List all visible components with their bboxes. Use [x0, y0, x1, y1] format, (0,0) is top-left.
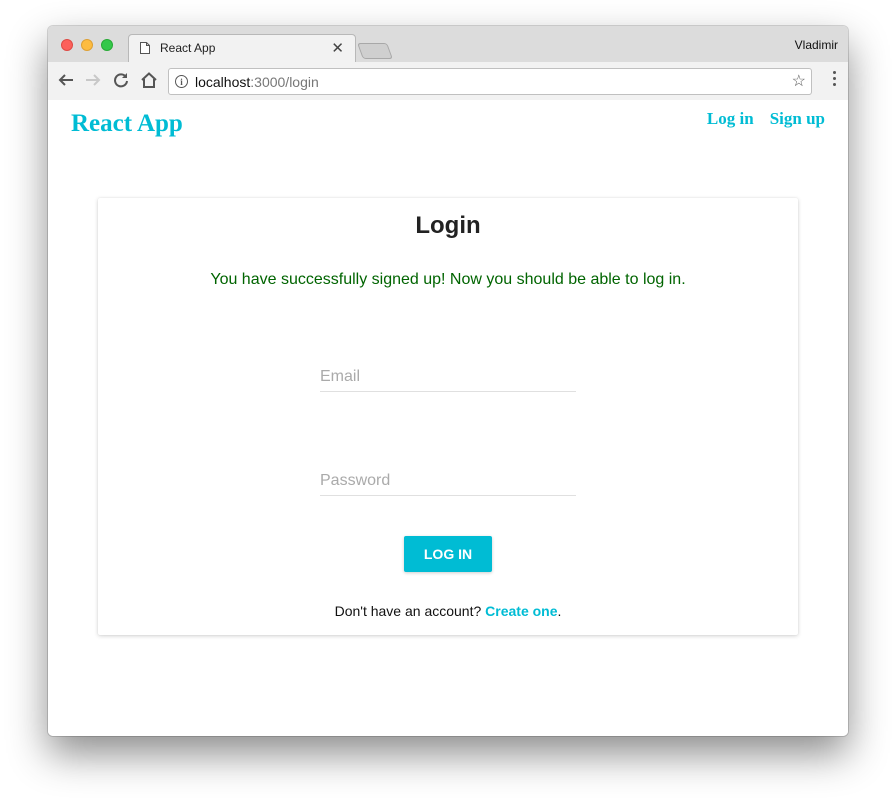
success-message: You have successfully signed up! Now you…	[210, 271, 686, 288]
title-bar: React App ✕ Vladimir	[48, 26, 848, 63]
profile-name[interactable]: Vladimir	[795, 38, 838, 52]
login-card: Login You have successfully signed up! N…	[98, 198, 798, 635]
close-icon[interactable]: ✕	[331, 39, 344, 57]
tab-title: React App	[160, 41, 216, 55]
browser-tab-content[interactable]: React App ✕	[136, 34, 348, 62]
page-content: React App Log in Sign up Login You have …	[48, 100, 848, 736]
url-text[interactable]: localhost:3000/login	[195, 74, 319, 90]
page-icon	[140, 42, 150, 54]
email-field-wrapper	[320, 363, 576, 392]
arrow-right-icon[interactable]	[83, 70, 103, 90]
signup-suffix: .	[557, 603, 562, 619]
nav-login-link[interactable]: Log in	[707, 109, 754, 129]
info-icon[interactable]: i	[175, 75, 188, 88]
reload-icon[interactable]	[111, 70, 131, 90]
minimize-window-button[interactable]	[81, 39, 93, 51]
home-icon[interactable]	[139, 70, 159, 90]
maximize-window-button[interactable]	[101, 39, 113, 51]
arrow-left-icon[interactable]	[56, 70, 76, 90]
browser-window: React App ✕ Vladimir i localhost:3000/lo…	[48, 26, 848, 736]
nav-signup-link[interactable]: Sign up	[770, 109, 825, 129]
password-field-wrapper	[320, 467, 576, 496]
page-title: Login	[415, 212, 481, 239]
signup-prompt: Don't have an account? Create one.	[98, 603, 798, 619]
signup-prompt-text: Don't have an account?	[334, 603, 482, 619]
menu-dots-icon[interactable]	[832, 71, 836, 86]
address-bar[interactable]: i localhost:3000/login ☆	[168, 68, 812, 95]
login-button[interactable]: LOG IN	[404, 536, 492, 572]
browser-toolbar: i localhost:3000/login ☆	[48, 62, 848, 101]
create-account-link[interactable]: Create one	[485, 603, 557, 619]
new-tab-button[interactable]	[357, 43, 393, 59]
header-nav: Log in Sign up	[707, 109, 825, 129]
close-window-button[interactable]	[61, 39, 73, 51]
password-field[interactable]	[320, 467, 576, 495]
email-field[interactable]	[320, 363, 576, 391]
brand-logo[interactable]: React App	[71, 110, 183, 138]
star-icon[interactable]: ☆	[792, 71, 806, 91]
